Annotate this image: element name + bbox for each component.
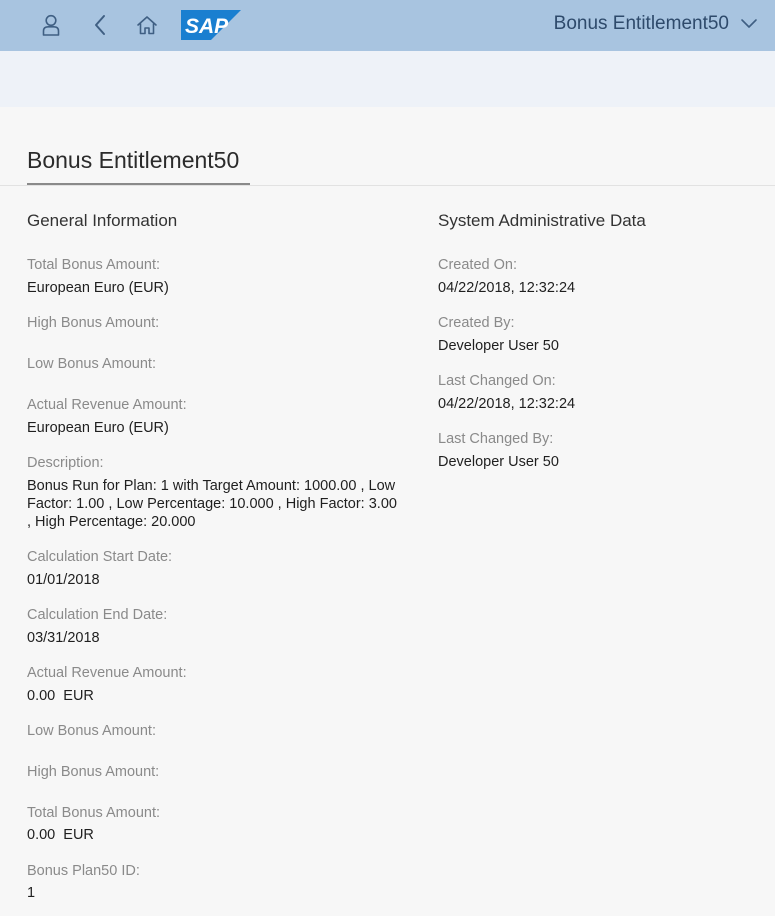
title-divider xyxy=(0,185,775,186)
field-label: Low Bonus Amount: xyxy=(27,723,156,739)
field-label: Actual Revenue Amount: xyxy=(27,665,187,681)
page-subheader xyxy=(0,51,775,107)
shell-bar: SAP Bonus Entitlement50 xyxy=(0,0,775,51)
field-value: 03/31/2018 xyxy=(27,630,100,646)
field-label: Created On: xyxy=(438,257,517,273)
field-label: Bonus Plan50 ID: xyxy=(27,863,140,879)
app-title[interactable]: Bonus Entitlement50 xyxy=(554,12,729,36)
field-value: European Euro (EUR) xyxy=(27,280,169,296)
field-label: Calculation End Date: xyxy=(27,607,168,623)
field-label: High Bonus Amount: xyxy=(27,315,160,331)
field-value: European Euro (EUR) xyxy=(27,420,169,436)
field-value: 0.00 EUR xyxy=(27,688,94,704)
field-label: Low Bonus Amount: xyxy=(27,356,156,372)
description-value: Bonus Run for Plan: 1 with Target Amount… xyxy=(27,478,397,530)
chevron-down-icon xyxy=(741,19,757,28)
field-label: Actual Revenue Amount: xyxy=(27,397,187,413)
field-value: Developer User 50 xyxy=(438,454,559,470)
field-value: 04/22/2018, 12:32:24 xyxy=(438,280,576,296)
field-label: Total Bonus Amount: xyxy=(27,805,160,821)
back-icon xyxy=(95,15,105,35)
home-icon xyxy=(137,16,157,35)
field-value: Developer User 50 xyxy=(438,338,559,354)
back-button[interactable] xyxy=(82,7,118,43)
section-title-admin: System Administrative Data xyxy=(438,211,646,230)
sap-logo-text: SAP xyxy=(185,15,229,38)
object-title: Bonus Entitlement50 xyxy=(27,147,240,173)
user-button[interactable] xyxy=(33,7,69,43)
field-label: Last Changed By: xyxy=(438,431,554,447)
section-title-general: General Information xyxy=(27,211,178,230)
field-label: Calculation Start Date: xyxy=(27,549,173,565)
sap-logo[interactable]: SAP xyxy=(181,10,241,40)
app-title-menu-button[interactable] xyxy=(740,14,758,32)
object-page-content: Bonus Entitlement50 General Information … xyxy=(0,107,775,916)
field-value: 0.00 EUR xyxy=(27,827,94,843)
field-value: 04/22/2018, 12:32:24 xyxy=(438,396,576,412)
field-value: 01/01/2018 xyxy=(27,572,100,588)
field-label: Created By: xyxy=(438,315,515,331)
user-icon xyxy=(42,14,60,36)
home-button[interactable] xyxy=(129,7,165,43)
field-label: Total Bonus Amount: xyxy=(27,257,160,273)
field-value: 1 xyxy=(27,885,36,901)
field-label: Description: xyxy=(27,455,104,471)
field-label: High Bonus Amount: xyxy=(27,764,160,780)
field-label: Last Changed On: xyxy=(438,373,556,389)
